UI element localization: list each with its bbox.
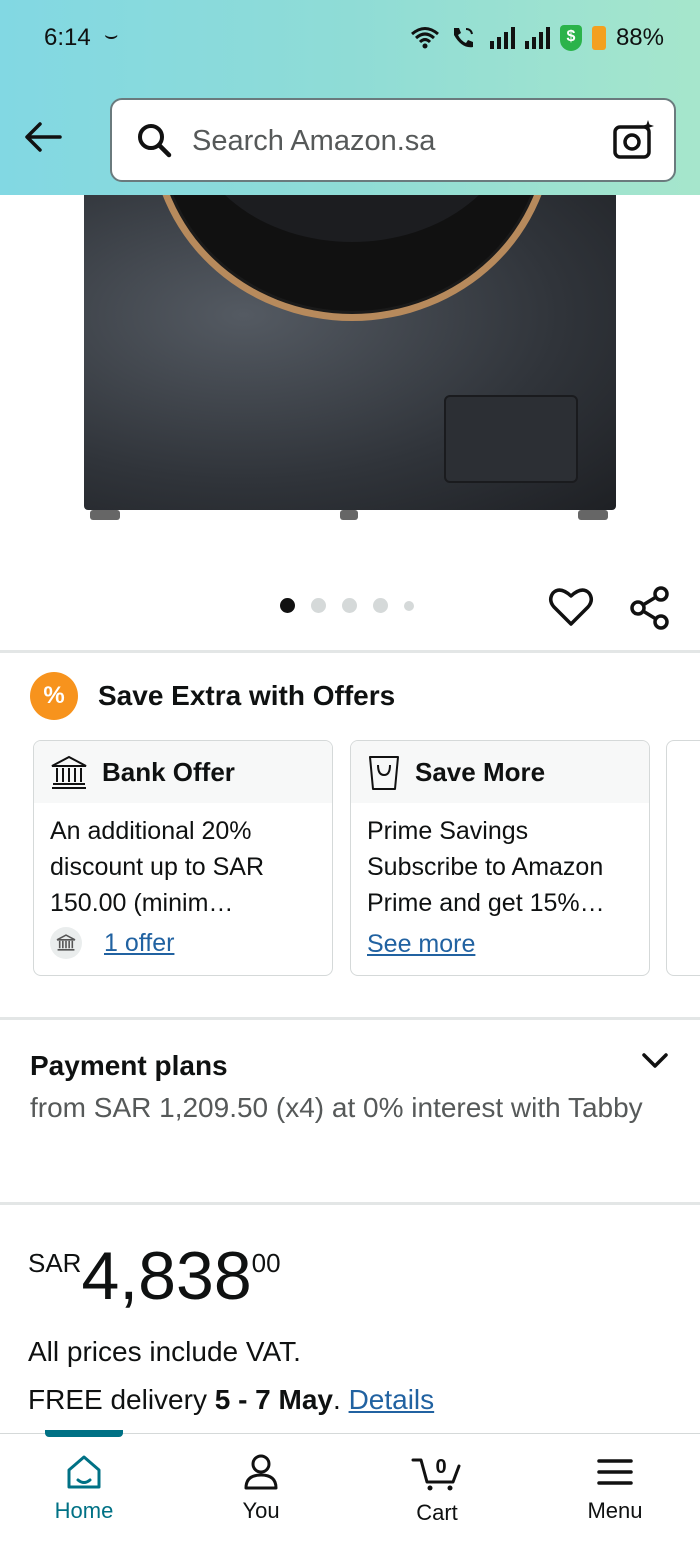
carousel-dot xyxy=(342,598,357,613)
discount-badge-icon: % xyxy=(30,672,78,720)
search-icon xyxy=(138,124,172,158)
carousel-dot xyxy=(373,598,388,613)
bank-small-icon xyxy=(50,927,82,959)
price-fraction: 00 xyxy=(251,1248,281,1278)
shopping-bag-icon xyxy=(369,756,399,790)
wifi-icon xyxy=(410,27,439,49)
signal-icon-2 xyxy=(524,27,550,49)
payment-plans-title: Payment plans xyxy=(30,1050,228,1081)
offer-link[interactable]: 1 offer xyxy=(104,929,174,958)
cart-icon: 0 xyxy=(411,1456,461,1491)
tab-label: Cart xyxy=(416,1500,458,1525)
search-input[interactable] xyxy=(192,118,592,164)
delivery-suffix: . xyxy=(333,1384,349,1415)
see-more-link[interactable]: See more xyxy=(367,930,475,959)
machine-foot xyxy=(340,510,358,520)
carousel-indicator xyxy=(280,598,414,613)
tab-cart[interactable]: 0 Cart xyxy=(377,1454,497,1526)
bottom-tab-bar: Home You 0 Cart Menu xyxy=(0,1430,700,1541)
machine-filter-panel xyxy=(444,395,578,483)
back-arrow-icon[interactable] xyxy=(20,114,66,160)
product-image[interactable] xyxy=(0,195,700,555)
camera-search-icon[interactable] xyxy=(612,118,656,162)
carousel-dot xyxy=(280,598,295,613)
tab-label: You xyxy=(242,1498,280,1523)
status-icons: $ 88% xyxy=(410,24,664,52)
home-icon xyxy=(67,1455,101,1489)
machine-door xyxy=(150,195,554,321)
card-title: Bank Offer xyxy=(102,756,235,787)
status-bar: 6:14 ⌣ $ 88% xyxy=(0,22,700,56)
delivery-info: FREE delivery 5 - 7 May. Details xyxy=(28,1384,434,1416)
hamburger-menu-icon xyxy=(597,1459,633,1485)
bank-icon xyxy=(51,755,87,789)
price-currency: SAR xyxy=(28,1248,82,1278)
price: SAR 4,838 00 xyxy=(28,1240,281,1312)
signal-icon xyxy=(489,27,515,49)
machine-foot xyxy=(578,510,608,520)
active-tab-indicator xyxy=(45,1430,123,1437)
card-text: An additional 20% discount up to SAR 150… xyxy=(50,817,265,917)
machine-foot xyxy=(90,510,120,520)
vat-note: All prices include VAT. xyxy=(28,1336,301,1367)
tab-home[interactable]: Home xyxy=(24,1454,144,1524)
offers-title: Save Extra with Offers xyxy=(98,680,396,711)
search-bar[interactable] xyxy=(110,98,676,182)
cart-count: 0 xyxy=(435,1456,446,1478)
call-icon xyxy=(453,28,473,48)
notification-icon: ⌣ xyxy=(104,22,119,47)
save-more-card[interactable]: Save More Prime Savings Subscribe to Ama… xyxy=(350,740,650,976)
tab-menu[interactable]: Menu xyxy=(555,1454,675,1524)
washing-machine-image xyxy=(84,195,616,510)
battery-level: 88% xyxy=(615,24,664,51)
tab-label: Home xyxy=(54,1498,114,1523)
chevron-down-icon[interactable] xyxy=(640,1046,670,1076)
section-divider xyxy=(0,1202,700,1205)
delivery-prefix: FREE delivery xyxy=(28,1384,215,1415)
carousel-dot xyxy=(404,600,414,611)
price-whole: 4,838 xyxy=(81,1238,252,1314)
section-divider xyxy=(0,1017,700,1020)
tab-label: Menu xyxy=(587,1498,643,1523)
tab-you[interactable]: You xyxy=(201,1454,321,1524)
card-link-row: 1 offer xyxy=(50,927,174,959)
card-header: Save More xyxy=(351,741,649,803)
offers-header: % Save Extra with Offers xyxy=(30,672,395,720)
battery-icon xyxy=(591,26,606,50)
card-title: Save More xyxy=(415,756,546,787)
card-text: Prime Savings Subscribe to Amazon Prime … xyxy=(367,817,605,917)
security-shield-icon: $ xyxy=(559,25,582,51)
delivery-details-link[interactable]: Details xyxy=(349,1384,435,1415)
payment-plans-text: from SAR 1,209.50 (x4) at 0% interest wi… xyxy=(30,1092,643,1123)
delivery-dates: 5 - 7 May xyxy=(214,1384,333,1415)
section-divider xyxy=(0,650,700,653)
next-offer-card[interactable] xyxy=(666,740,700,976)
share-icon[interactable] xyxy=(628,586,672,630)
wishlist-heart-icon[interactable] xyxy=(548,586,594,628)
card-header: Bank Offer xyxy=(34,741,332,803)
card-link-row: See more xyxy=(367,930,475,959)
status-time: 6:14 xyxy=(44,24,91,51)
person-icon xyxy=(244,1454,278,1490)
carousel-dot xyxy=(311,598,326,613)
bank-offer-card[interactable]: Bank Offer An additional 20% discount up… xyxy=(33,740,333,976)
payment-plans[interactable]: Payment plans from SAR 1,209.50 (x4) at … xyxy=(30,1050,670,1128)
app-header: 6:14 ⌣ $ 88% xyxy=(0,0,700,195)
